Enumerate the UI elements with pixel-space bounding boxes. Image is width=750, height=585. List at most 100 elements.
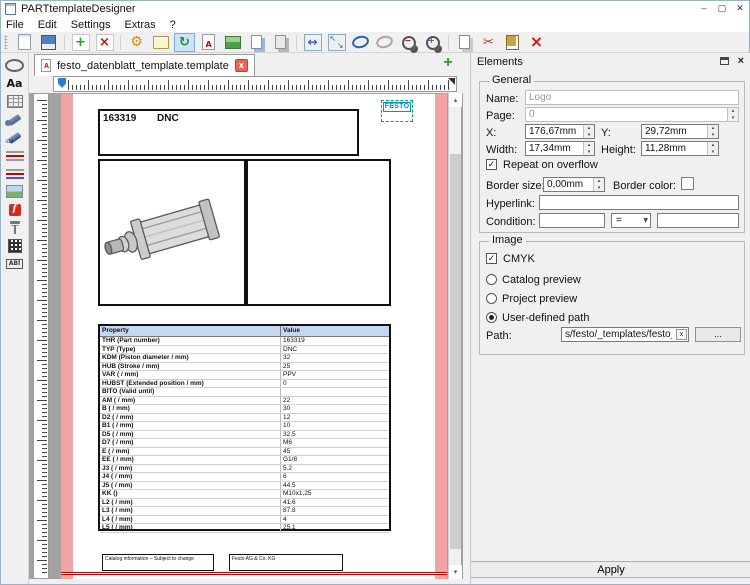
save-button[interactable] — [38, 33, 59, 52]
condition-left-input[interactable] — [539, 213, 605, 228]
text-tool-button[interactable] — [2, 76, 28, 91]
hyperlink-label: Hyperlink: — [486, 198, 535, 210]
copy-element-button[interactable] — [454, 33, 475, 52]
app-icon — [5, 3, 16, 15]
dimension-table-tool-icon — [3, 166, 27, 181]
border-color-swatch[interactable] — [681, 177, 694, 190]
property-table[interactable]: Property Value THR (Part number)163319TY… — [98, 324, 391, 531]
pin-tool-button[interactable] — [2, 220, 28, 235]
paste-element-button[interactable] — [502, 33, 523, 52]
new-document-button[interactable] — [14, 33, 35, 52]
secondary-image-element[interactable] — [246, 159, 391, 306]
tab-close-icon[interactable]: x — [235, 59, 248, 72]
cmyk-checkbox[interactable]: ✓ — [486, 253, 497, 264]
table-row: HUB (Stroke / mm)25 — [100, 363, 389, 372]
image-tool-button[interactable] — [2, 184, 28, 199]
radio-catalog-preview[interactable]: Catalog preview — [486, 273, 581, 286]
scrollbar-thumb[interactable] — [450, 154, 461, 549]
preview-refresh-button[interactable] — [174, 33, 195, 52]
panel-close-icon[interactable]: × — [738, 55, 744, 67]
zoom-in-button[interactable] — [422, 33, 443, 52]
zoom-dynamic-icon — [376, 34, 394, 51]
zoom-region-button[interactable] — [350, 33, 371, 52]
fit-page-button[interactable] — [326, 33, 347, 52]
panel-splitter[interactable] — [463, 53, 471, 584]
bolt-tool-button[interactable] — [2, 112, 28, 127]
barcode-tool-button[interactable] — [2, 256, 28, 271]
export-pdf-button[interactable] — [198, 33, 219, 52]
radio-button-icon[interactable] — [486, 293, 497, 304]
dimension-table-tool-button[interactable] — [2, 166, 28, 181]
template-page[interactable]: 163319 DNC FESTO — [61, 94, 447, 579]
footer-right-element[interactable]: Festo AG & Co. KG — [229, 554, 343, 571]
zoom-dynamic-button[interactable] — [374, 33, 395, 52]
qrcode-tool-icon — [3, 238, 27, 253]
repeat-on-overflow-checkbox[interactable]: ✓ — [486, 159, 497, 170]
toolbar-grip[interactable] — [4, 35, 8, 49]
close-button[interactable]: ✕ — [731, 1, 749, 16]
settings-button[interactable] — [126, 33, 147, 52]
apply-button[interactable]: Apply — [471, 561, 750, 578]
menu-settings[interactable]: Settings — [71, 19, 111, 31]
design-canvas[interactable]: 163319 DNC FESTO — [29, 93, 463, 579]
flash-tool-icon — [3, 202, 27, 217]
name-input[interactable] — [525, 90, 739, 105]
add-template-button[interactable] — [70, 33, 91, 52]
maximize-button[interactable]: ▢ — [713, 1, 731, 16]
radio-button-icon[interactable] — [486, 274, 497, 285]
copy-page-button[interactable] — [246, 33, 267, 52]
duplicate-page-button[interactable] — [270, 33, 291, 52]
clear-path-icon[interactable]: x — [676, 329, 687, 340]
condition-operator-select[interactable]: = ▼ — [611, 213, 651, 228]
radio-user-defined-path[interactable]: User-defined path — [486, 311, 589, 324]
zoom-out-button[interactable] — [398, 33, 419, 52]
page-input[interactable] — [525, 107, 739, 122]
menu-extras[interactable]: Extras — [124, 19, 155, 31]
delete-template-button[interactable] — [94, 33, 115, 52]
menu-help[interactable]: ? — [170, 19, 176, 31]
table-row: B ( / mm)30 — [100, 405, 389, 414]
delete-element-button[interactable] — [526, 33, 547, 52]
x-spinner[interactable]: ▴▾ — [583, 125, 594, 138]
tab-label: festo_datenblatt_template.template — [57, 60, 229, 72]
hyperlink-input[interactable] — [539, 195, 739, 210]
table-row: D2 ( / mm)12 — [100, 414, 389, 423]
insert-image-button[interactable] — [222, 33, 243, 52]
radio-button-icon[interactable] — [486, 312, 497, 323]
flash-tool-button[interactable] — [2, 202, 28, 217]
fit-width-button[interactable] — [302, 33, 323, 52]
radio-project-preview[interactable]: Project preview — [486, 292, 577, 305]
browse-path-button[interactable]: ... — [695, 327, 741, 342]
page-spinner[interactable]: ▴▾ — [727, 108, 738, 121]
product-image-element[interactable] — [98, 159, 246, 306]
menu-edit[interactable]: Edit — [38, 19, 57, 31]
condition-right-input[interactable] — [657, 213, 739, 228]
scroll-up-icon[interactable]: ▴ — [449, 93, 462, 107]
minimize-button[interactable]: – — [695, 1, 713, 16]
scroll-down-icon[interactable]: ▾ — [449, 565, 462, 579]
border-size-spinner[interactable]: ▴▾ — [593, 178, 604, 191]
canvas-vertical-scrollbar[interactable]: ▴ ▾ — [448, 93, 461, 579]
float-panel-icon[interactable] — [720, 57, 729, 65]
table-row: B1 ( / mm)10 — [100, 422, 389, 431]
width-label: Width: — [486, 144, 517, 156]
path-input[interactable] — [561, 327, 689, 342]
footer-left-element[interactable]: Catalog information – Subject to change — [102, 554, 214, 571]
add-page-button[interactable]: + — [441, 56, 455, 70]
table-tool-button[interactable] — [2, 94, 28, 109]
open-folder-button[interactable] — [150, 33, 171, 52]
menu-file[interactable]: File — [6, 19, 24, 31]
logo-element-selected[interactable]: FESTO — [381, 100, 413, 122]
dimension-tool-button[interactable] — [2, 148, 28, 163]
part-header-element[interactable]: 163319 DNC — [98, 109, 359, 156]
tab-festo-datenblatt-template[interactable]: festo_datenblatt_template.template x — [34, 54, 255, 76]
x-label: X: — [486, 127, 496, 139]
height-spinner[interactable]: ▴▾ — [707, 142, 718, 155]
width-spinner[interactable]: ▴▾ — [583, 142, 594, 155]
general-legend: General — [489, 75, 534, 86]
cut-element-button[interactable] — [478, 33, 499, 52]
bolt-3d-tool-button[interactable] — [2, 130, 28, 145]
ellipse-tool-button[interactable] — [2, 58, 28, 73]
qrcode-tool-button[interactable] — [2, 238, 28, 253]
y-spinner[interactable]: ▴▾ — [707, 125, 718, 138]
